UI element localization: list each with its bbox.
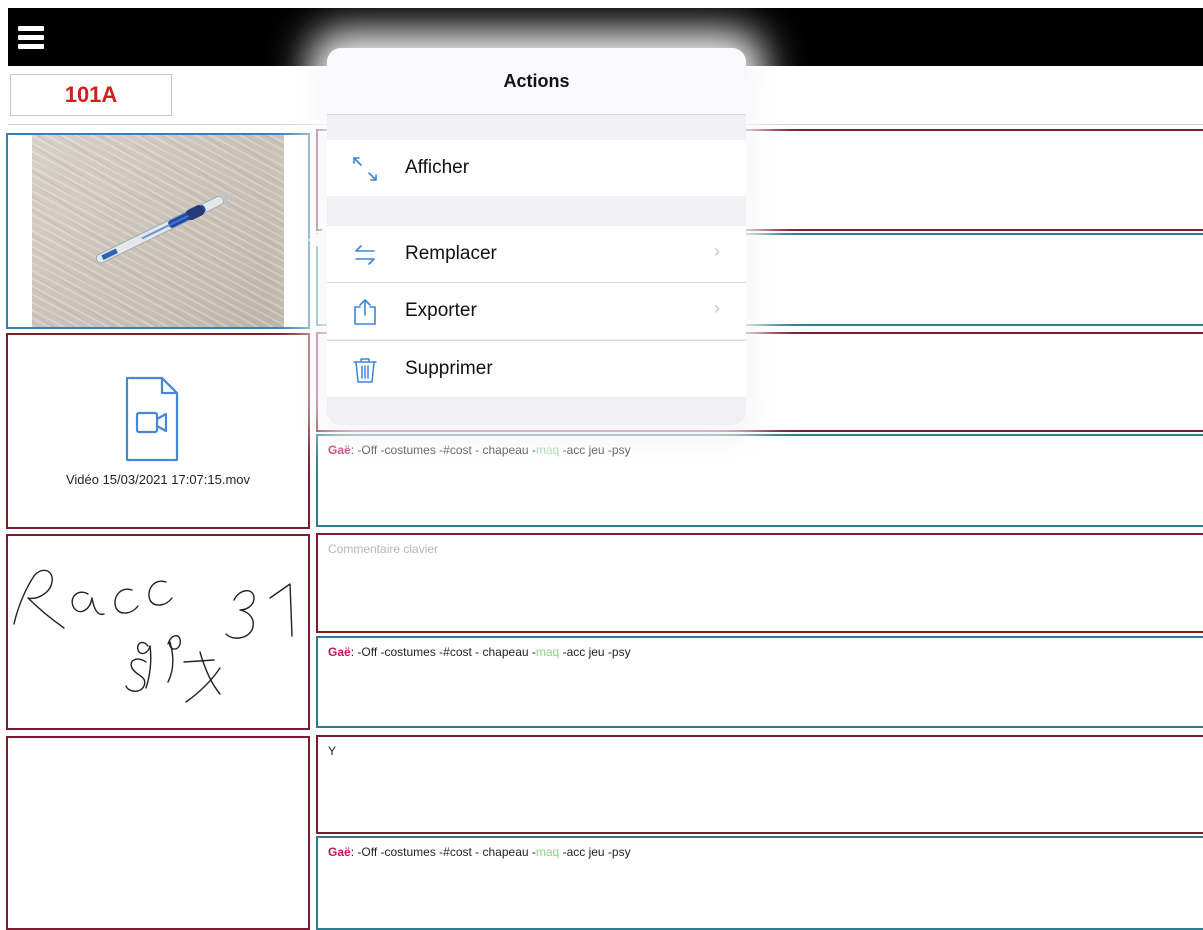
action-afficher[interactable]: Afficher <box>327 140 746 196</box>
character-note-field[interactable]: Gaë: -Off -costumes -#cost - chapeau -ma… <box>316 636 1203 728</box>
character-note-tags: -Off -costumes -#cost - chapeau - <box>354 443 536 457</box>
character-note-field[interactable]: Gaë: -Off -costumes -#cost - chapeau -ma… <box>316 836 1203 930</box>
action-exporter-label: Exporter <box>405 300 477 321</box>
pen-illustration <box>95 193 234 264</box>
video-filename: Vidéo 15/03/2021 17:07:15.mov <box>65 472 251 487</box>
scene-number-label[interactable]: 101A <box>10 74 172 116</box>
handwriting-attachment[interactable] <box>6 534 310 730</box>
handwritten-note-drawing <box>13 569 293 703</box>
character-note-tags-end: -acc jeu -psy <box>559 845 631 859</box>
action-supprimer[interactable]: Supprimer <box>327 341 746 397</box>
video-attachment[interactable]: Vidéo 15/03/2021 17:07:15.mov <box>6 333 310 529</box>
note-field-y[interactable]: Y <box>316 735 1203 834</box>
character-name: Gaë <box>328 645 351 659</box>
swap-arrows-icon <box>355 245 375 265</box>
action-remplacer-label: Remplacer <box>405 243 497 264</box>
character-name: Gaë <box>328 443 351 457</box>
share-export-icon <box>354 299 376 325</box>
character-note-tags-end: -acc jeu -psy <box>559 645 631 659</box>
action-remplacer[interactable]: Remplacer › <box>327 226 746 282</box>
hamburger-menu-icon[interactable] <box>18 20 44 54</box>
expand-arrows-icon <box>353 157 377 181</box>
maq-tag: maq <box>535 645 560 659</box>
pen-photo-thumbnail[interactable] <box>32 135 284 327</box>
chevron-right-icon: › <box>714 241 720 261</box>
trash-icon <box>353 358 377 383</box>
character-note-tags: -Off -costumes -#cost - chapeau - <box>354 845 536 859</box>
character-note-tags: -Off -costumes -#cost - chapeau - <box>354 645 536 659</box>
action-afficher-label: Afficher <box>405 157 470 178</box>
character-note-tags-end: -acc jeu -psy <box>559 443 631 457</box>
popover-title: Actions <box>327 48 746 115</box>
keyboard-comment-placeholder: Commentaire clavier <box>328 542 439 556</box>
maq-tag: maq <box>535 845 560 859</box>
video-file-icon <box>125 376 179 462</box>
character-note-text: Gaë: -Off -costumes -#cost - chapeau -ma… <box>328 443 1195 457</box>
empty-attachment-slot[interactable] <box>6 736 310 930</box>
character-note-text: Gaë: -Off -costumes -#cost - chapeau -ma… <box>328 645 1195 659</box>
photo-attachment[interactable] <box>6 133 310 329</box>
character-note-text: Gaë: -Off -costumes -#cost - chapeau -ma… <box>328 845 1195 859</box>
action-exporter[interactable]: Exporter › <box>327 283 746 339</box>
note-y-text: Y <box>328 744 337 758</box>
keyboard-comment-field[interactable]: Commentaire clavier <box>316 533 1203 633</box>
character-note-field[interactable]: Gaë: -Off -costumes -#cost - chapeau -ma… <box>316 434 1203 527</box>
action-supprimer-label: Supprimer <box>405 358 493 379</box>
chevron-right-icon: › <box>714 298 720 318</box>
maq-tag: maq <box>535 443 560 457</box>
popover-arrow <box>308 226 328 254</box>
actions-popover: Actions Afficher Remplacer › Exporter › … <box>327 48 746 425</box>
character-name: Gaë <box>328 845 351 859</box>
